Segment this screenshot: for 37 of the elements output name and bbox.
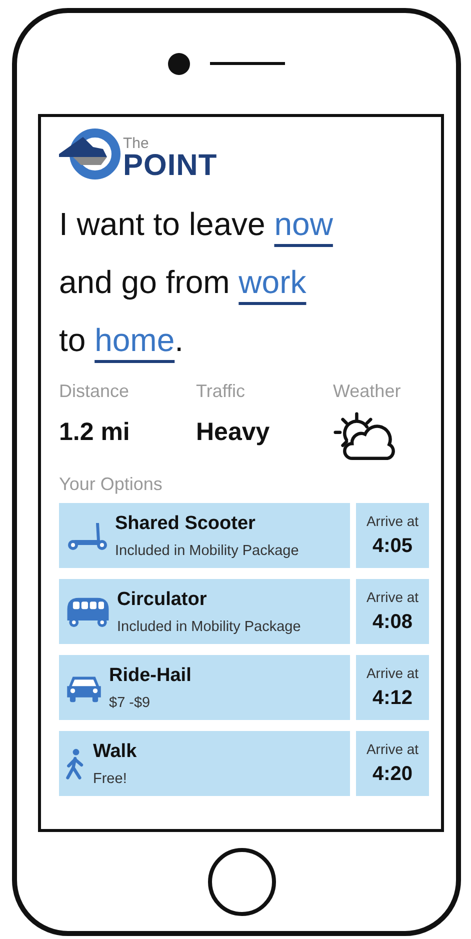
logo-small-text: The — [123, 136, 150, 151]
option-title: Ride-Hail — [109, 664, 192, 686]
option-detail: Included in Mobility Package — [117, 618, 301, 634]
home-button[interactable] — [208, 848, 276, 916]
camera-dot — [168, 52, 190, 74]
option-detail: Free! — [93, 770, 128, 786]
option-card[interactable]: Ride-Hail $7 -$9 — [59, 655, 350, 720]
option-detail: $7 -$9 — [109, 694, 152, 710]
stat-label: Traffic — [196, 381, 246, 402]
bus-icon — [65, 596, 111, 628]
option-title: Circulator — [117, 588, 208, 610]
logo-icon — [59, 127, 121, 181]
section-label: Your Options — [59, 474, 162, 495]
arrive-label: Arrive at — [366, 741, 419, 757]
arrive-label: Arrive at — [366, 589, 419, 605]
option-title: Walk — [93, 740, 137, 762]
arrive-label: Arrive at — [366, 513, 419, 529]
stat-label: Weather — [333, 381, 401, 402]
stat-value: 1.2 mi — [59, 418, 131, 447]
option-card[interactable]: Circulator Included in Mobility Package — [59, 579, 350, 644]
stat-value: Heavy — [196, 418, 271, 447]
choice-link[interactable]: work — [238, 264, 306, 300]
arrival-time: 4:20 — [372, 763, 413, 786]
arrival-time: 4:08 — [372, 611, 413, 634]
trip-sentence: I want to leave now and go from work to home. — [59, 205, 334, 360]
option-title: Shared Scooter — [115, 512, 256, 534]
option-detail: Included in Mobility Package — [115, 542, 299, 558]
scooter-icon — [65, 520, 109, 550]
logo-title: POINT — [123, 151, 218, 181]
stat-label: Distance — [59, 381, 130, 402]
arrive-label: Arrive at — [366, 665, 419, 681]
option-card[interactable]: Shared Scooter Included in Mobility Package — [59, 503, 350, 568]
choice-link[interactable]: now — [274, 206, 333, 242]
choice-link[interactable]: home — [94, 322, 175, 358]
arrival-time: 4:05 — [372, 535, 413, 558]
arrival-time: 4:12 — [372, 687, 413, 710]
option-card[interactable]: Walk Free! — [59, 731, 350, 796]
